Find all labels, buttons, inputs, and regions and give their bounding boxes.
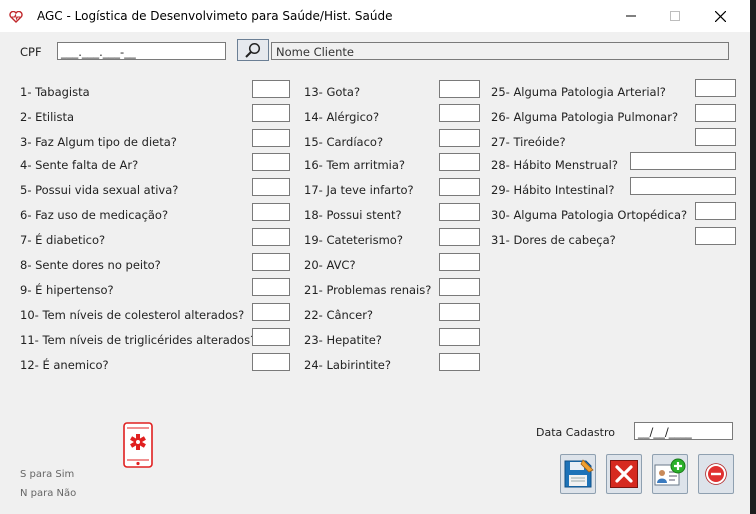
question-3-input[interactable] — [252, 129, 290, 147]
minimize-icon — [626, 15, 636, 17]
question-6-input[interactable] — [252, 203, 290, 221]
search-icon — [245, 42, 261, 58]
question-29-label: 29- Hábito Intestinal? — [491, 183, 615, 197]
delete-button[interactable] — [606, 454, 642, 494]
question-15-label: 15- Cardíaco? — [304, 135, 384, 149]
question-26-input[interactable] — [695, 104, 736, 122]
question-14-input[interactable] — [439, 104, 480, 122]
question-1-label: 1- Tabagista — [20, 85, 90, 99]
question-8-label: 8- Sente dores no peito? — [20, 258, 161, 272]
close-window-button[interactable] — [697, 0, 743, 32]
question-2-input[interactable] — [252, 104, 290, 122]
question-13-label: 13- Gota? — [304, 85, 361, 99]
question-16-label: 16- Tem arritmia? — [304, 158, 405, 172]
question-21-label: 21- Problemas renais? — [304, 283, 432, 297]
question-26-label: 26- Alguma Patologia Pulmonar? — [491, 110, 679, 124]
question-15-input[interactable] — [439, 129, 480, 147]
question-12-input[interactable] — [252, 353, 290, 371]
question-20-label: 20- AVC? — [304, 258, 356, 272]
question-17-input[interactable] — [439, 178, 480, 196]
question-23-input[interactable] — [439, 328, 480, 346]
question-30-input[interactable] — [695, 202, 736, 220]
question-1-input[interactable] — [252, 80, 290, 98]
question-7-input[interactable] — [252, 228, 290, 246]
question-19-label: 19- Cateterismo? — [304, 233, 403, 247]
question-18-label: 18- Possui stent? — [304, 208, 402, 222]
question-9-input[interactable] — [252, 278, 290, 296]
mobile-health-icon — [123, 422, 153, 468]
question-28-input[interactable] — [630, 152, 736, 170]
question-27-label: 27- Tireóide? — [491, 135, 566, 149]
question-8-input[interactable] — [252, 253, 290, 271]
question-28-label: 28- Hábito Menstrual? — [491, 158, 618, 172]
question-18-input[interactable] — [439, 203, 480, 221]
question-11-input[interactable] — [252, 328, 290, 346]
close-icon — [705, 463, 727, 485]
window-title: AGC - Logística de Desenvolvimeto para S… — [37, 9, 393, 23]
question-12-label: 12- É anemico? — [20, 358, 109, 372]
add-patient-button[interactable] — [652, 454, 688, 494]
question-11-label: 11- Tem níveis de triglicérides alterado… — [20, 333, 257, 347]
legend-yes-label: S para Sim — [20, 469, 75, 480]
question-13-input[interactable] — [439, 80, 480, 98]
question-16-input[interactable] — [439, 153, 480, 171]
question-10-input[interactable] — [252, 303, 290, 321]
question-4-input[interactable] — [252, 153, 290, 171]
close-form-button[interactable] — [698, 454, 734, 494]
question-31-input[interactable] — [695, 227, 736, 245]
legend-no-label: N para Não — [20, 488, 77, 499]
question-22-label: 22- Câncer? — [304, 308, 374, 322]
save-icon — [564, 459, 594, 488]
minimize-button[interactable] — [608, 0, 654, 32]
question-29-input[interactable] — [630, 177, 736, 195]
question-7-label: 7- É diabetico? — [20, 233, 106, 247]
client-name-field: Nome Cliente — [271, 42, 729, 60]
title-bar: AGC - Logística de Desenvolvimeto para S… — [0, 0, 750, 32]
question-2-label: 2- Etilista — [20, 110, 75, 124]
question-17-label: 17- Ja teve infarto? — [304, 183, 414, 197]
question-31-label: 31- Dores de cabeça? — [491, 233, 616, 247]
question-21-input[interactable] — [439, 278, 480, 296]
question-24-label: 24- Labirintite? — [304, 358, 391, 372]
save-button[interactable] — [560, 454, 596, 494]
question-27-input[interactable] — [695, 128, 736, 146]
question-25-input[interactable] — [695, 79, 736, 97]
question-25-label: 25- Alguma Patologia Arterial? — [491, 85, 666, 99]
question-19-input[interactable] — [439, 228, 480, 246]
question-20-input[interactable] — [439, 253, 480, 271]
maximize-icon — [670, 11, 680, 21]
question-10-label: 10- Tem níveis de colesterol alterados? — [20, 308, 245, 322]
search-cpf-button[interactable] — [237, 39, 269, 61]
cpf-label: CPF — [20, 45, 42, 59]
delete-icon — [610, 460, 638, 488]
question-14-label: 14- Alérgico? — [304, 110, 380, 124]
question-23-label: 23- Hepatite? — [304, 333, 382, 347]
question-9-label: 9- É hipertenso? — [20, 283, 114, 297]
question-24-input[interactable] — [439, 353, 480, 371]
question-5-label: 5- Possui vida sexual ativa? — [20, 183, 179, 197]
close-icon — [714, 10, 726, 22]
app-logo-icon — [9, 11, 23, 23]
cpf-input[interactable]: ___.___.___-__ — [57, 42, 226, 60]
question-22-input[interactable] — [439, 303, 480, 321]
question-4-label: 4- Sente falta de Ar? — [20, 158, 139, 172]
question-6-label: 6- Faz uso de medicação? — [20, 208, 169, 222]
question-30-label: 30- Alguma Patologia Ortopédica? — [491, 208, 688, 222]
main-window: AGC - Logística de Desenvolvimeto para S… — [0, 0, 750, 514]
add-patient-icon — [654, 458, 686, 486]
question-3-label: 3- Faz Algum tipo de dieta? — [20, 135, 177, 149]
maximize-button — [652, 0, 698, 32]
registration-date-label: Data Cadastro — [536, 426, 615, 439]
question-5-input[interactable] — [252, 178, 290, 196]
registration-date-input[interactable]: __/__/____ — [634, 422, 733, 440]
